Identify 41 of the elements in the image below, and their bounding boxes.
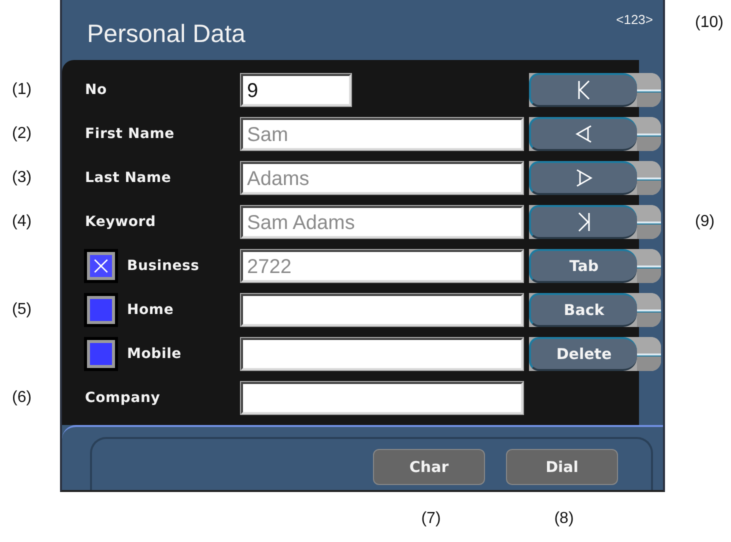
window-title: Personal Data bbox=[87, 20, 246, 49]
input-field[interactable] bbox=[241, 382, 523, 414]
callout-label: (4) bbox=[12, 213, 32, 231]
checkbox[interactable] bbox=[87, 296, 115, 324]
field-label: Last Name bbox=[85, 170, 172, 186]
field-label: First Name bbox=[85, 126, 174, 142]
checkbox[interactable] bbox=[87, 252, 115, 280]
field-label: Company bbox=[85, 390, 160, 406]
side-button[interactable]: Delete bbox=[529, 337, 661, 371]
input-field[interactable] bbox=[241, 294, 523, 326]
side-button[interactable] bbox=[529, 161, 661, 195]
callout-label: (3) bbox=[12, 169, 32, 187]
record-counter: <123> bbox=[616, 12, 653, 27]
footer-button[interactable]: Char bbox=[373, 449, 485, 485]
side-button[interactable] bbox=[529, 73, 661, 107]
footer-button[interactable]: Dial bbox=[506, 449, 618, 485]
field-label: No bbox=[85, 82, 107, 98]
field-label: Keyword bbox=[85, 214, 156, 230]
callout-label: (5) bbox=[12, 301, 32, 319]
callout-label: (7) bbox=[421, 510, 441, 528]
callout-label: (9) bbox=[695, 213, 715, 231]
field-label: Home bbox=[127, 302, 174, 318]
field-label: Mobile bbox=[127, 346, 182, 362]
right-triangle-icon bbox=[575, 168, 593, 188]
callout-label: (6) bbox=[12, 389, 32, 407]
callout-label: (8) bbox=[554, 510, 574, 528]
left-triangle-icon bbox=[575, 124, 593, 144]
side-button[interactable] bbox=[529, 117, 661, 151]
chevron-bar-right-icon bbox=[577, 212, 591, 232]
side-button[interactable]: Back bbox=[529, 293, 661, 327]
callout-label: (1) bbox=[12, 81, 32, 99]
input-field[interactable] bbox=[241, 338, 523, 370]
field-label: Business bbox=[127, 258, 200, 274]
input-field[interactable]: 9 bbox=[241, 74, 351, 106]
side-button[interactable]: Tab bbox=[529, 249, 661, 283]
checkbox[interactable] bbox=[87, 340, 115, 368]
callout-label: (10) bbox=[695, 14, 724, 31]
cross-icon bbox=[92, 257, 110, 275]
side-button[interactable] bbox=[529, 205, 661, 239]
bar-chevron-left-icon bbox=[577, 80, 591, 100]
callout-label: (2) bbox=[12, 125, 32, 143]
